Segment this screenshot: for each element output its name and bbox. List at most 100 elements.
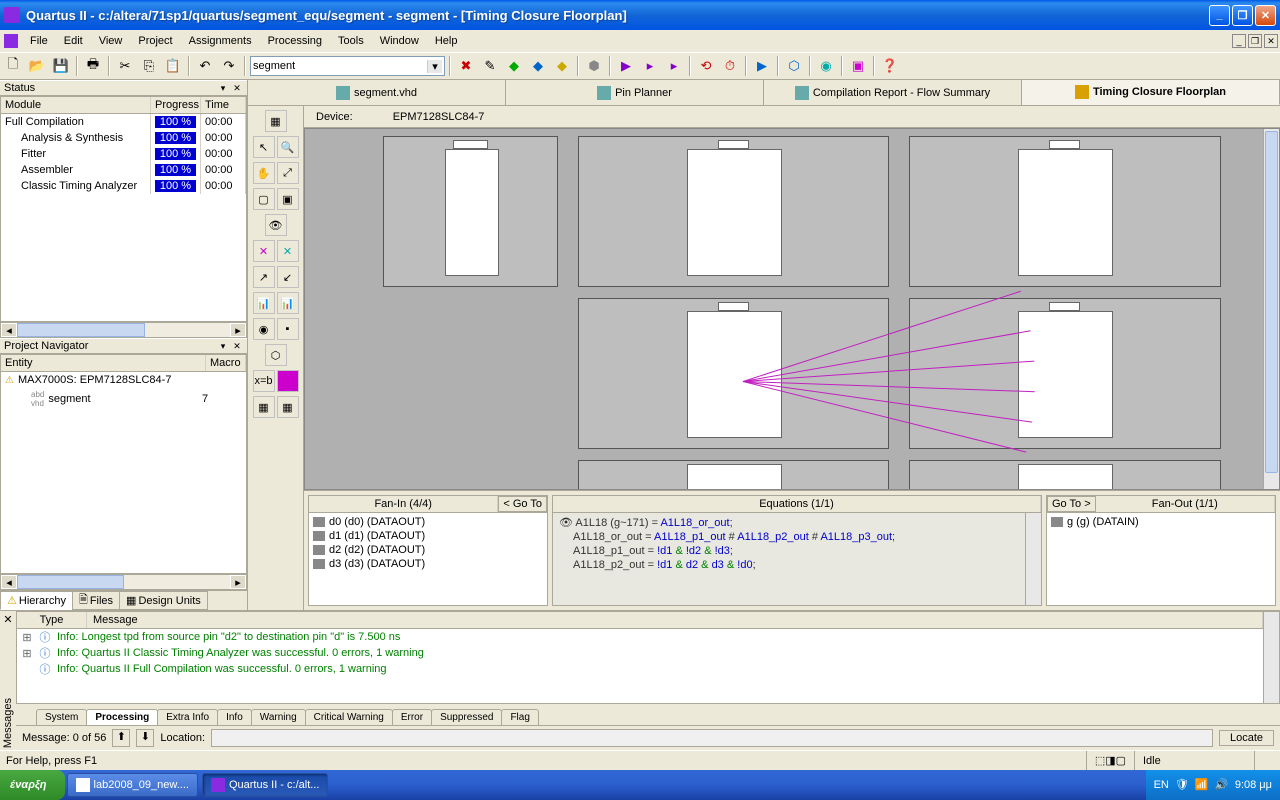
- messages-tab[interactable]: Warning: [251, 709, 306, 725]
- tool-icon[interactable]: ↙: [277, 266, 299, 288]
- scroll-track[interactable]: [17, 323, 230, 337]
- col-entity[interactable]: Entity: [1, 355, 206, 371]
- zoom-fit-icon[interactable]: ⤢: [277, 162, 299, 184]
- menu-file[interactable]: File: [22, 33, 56, 49]
- language-indicator[interactable]: EN: [1154, 779, 1169, 791]
- list-item[interactable]: d0 (d0) (DATAOUT): [313, 515, 543, 529]
- lab-block[interactable]: [578, 136, 890, 287]
- tool-icon[interactable]: ◆: [503, 55, 525, 77]
- tab-floorplan[interactable]: Timing Closure Floorplan: [1022, 80, 1280, 105]
- scroll-thumb[interactable]: [17, 575, 124, 589]
- scroll-thumb[interactable]: [17, 323, 145, 337]
- list-item[interactable]: d2 (d2) (DATAOUT): [313, 543, 543, 557]
- tab-files[interactable]: 🗎Files: [72, 591, 120, 610]
- scroll-left-icon[interactable]: ◂: [1, 323, 17, 337]
- tab-pin-planner[interactable]: Pin Planner: [506, 80, 764, 105]
- status-row[interactable]: Analysis & Synthesis100 %00:00: [1, 130, 246, 146]
- mdi-close[interactable]: ✕: [1264, 34, 1278, 48]
- paste-icon[interactable]: 📋: [162, 55, 184, 77]
- tool-icon[interactable]: ▸: [639, 55, 661, 77]
- find-icon[interactable]: 👁: [265, 214, 287, 236]
- chip-icon[interactable]: ⬡: [783, 55, 805, 77]
- tab-segment-vhd[interactable]: segment.vhd: [248, 80, 506, 105]
- clock-icon[interactable]: ⏱: [719, 55, 741, 77]
- scroll-thumb[interactable]: [1265, 131, 1278, 473]
- app-menu-icon[interactable]: [4, 34, 18, 48]
- status-row[interactable]: Assembler100 %00:00: [1, 162, 246, 178]
- scroll-right-icon[interactable]: ▸: [230, 575, 246, 589]
- tab-design-units[interactable]: ▦Design Units: [119, 591, 208, 610]
- messages-tab[interactable]: Suppressed: [431, 709, 502, 725]
- equation-line[interactable]: A1L18_or_out = A1L18_p1_out # A1L18_p2_o…: [557, 530, 1021, 544]
- col-progress[interactable]: Progress %: [151, 97, 201, 113]
- list-item[interactable]: d3 (d3) (DATAOUT): [313, 557, 543, 571]
- open-file-icon[interactable]: 📂: [26, 55, 48, 77]
- chevron-down-icon[interactable]: ▾: [427, 60, 442, 73]
- mdi-restore[interactable]: ❐: [1248, 34, 1262, 48]
- tool-icon[interactable]: ✕: [277, 240, 299, 262]
- equations-vscroll[interactable]: [1025, 513, 1041, 605]
- messages-tab[interactable]: Error: [392, 709, 432, 725]
- tab-compilation-report[interactable]: Compilation Report - Flow Summary: [764, 80, 1022, 105]
- help-icon[interactable]: ❓: [879, 55, 901, 77]
- status-row[interactable]: Full Compilation100 %00:00: [1, 114, 246, 130]
- next-message-button[interactable]: ⬇: [136, 729, 154, 747]
- tool-icon[interactable]: ◆: [551, 55, 573, 77]
- lab-block[interactable]: [909, 136, 1221, 287]
- tool-icon[interactable]: ✕: [253, 240, 275, 262]
- menu-processing[interactable]: Processing: [260, 33, 330, 49]
- tray-icon[interactable]: 📶: [1195, 778, 1209, 792]
- lab-block[interactable]: [578, 460, 890, 490]
- panel-close-icon[interactable]: ✕: [231, 341, 243, 352]
- stop-icon[interactable]: ⬢: [583, 55, 605, 77]
- tool-icon[interactable]: ⟲: [695, 55, 717, 77]
- scroll-left-icon[interactable]: ◂: [1, 575, 17, 589]
- tool-icon[interactable]: [277, 370, 299, 392]
- location-input[interactable]: [211, 729, 1213, 747]
- goto-button[interactable]: < Go To: [498, 496, 547, 512]
- close-button[interactable]: ✕: [1255, 5, 1276, 26]
- redo-icon[interactable]: ↷: [218, 55, 240, 77]
- tool-icon[interactable]: ▦: [277, 396, 299, 418]
- menu-view[interactable]: View: [91, 33, 131, 49]
- tool-icon[interactable]: ▢: [253, 188, 275, 210]
- tray-icon[interactable]: 🔊: [1215, 778, 1229, 792]
- new-file-icon[interactable]: 🗋: [2, 55, 24, 77]
- list-item[interactable]: d1 (d1) (DATAOUT): [313, 529, 543, 543]
- prev-message-button[interactable]: ⬆: [112, 729, 130, 747]
- message-row[interactable]: ⊞ⓘInfo: Longest tpd from source pin "d2"…: [17, 629, 1263, 645]
- status-row[interactable]: Classic Timing Analyzer100 %00:00: [1, 178, 246, 194]
- tool-icon[interactable]: ◉: [253, 318, 275, 340]
- col-type[interactable]: Type: [17, 612, 87, 628]
- undo-icon[interactable]: ↶: [194, 55, 216, 77]
- play-icon[interactable]: ▶: [615, 55, 637, 77]
- tab-hierarchy[interactable]: ⚠Hierarchy: [0, 591, 73, 610]
- menu-help[interactable]: Help: [427, 33, 466, 49]
- tool-icon[interactable]: ◆: [527, 55, 549, 77]
- tool-icon[interactable]: ▶: [751, 55, 773, 77]
- equation-icon[interactable]: x=b: [253, 370, 275, 392]
- list-item[interactable]: g (g) (DATAIN): [1051, 515, 1271, 529]
- menu-window[interactable]: Window: [372, 33, 427, 49]
- hand-icon[interactable]: ✋: [253, 162, 275, 184]
- col-module[interactable]: Module: [1, 97, 151, 113]
- tool-icon[interactable]: ◉: [815, 55, 837, 77]
- project-combo[interactable]: segment ▾: [250, 56, 445, 76]
- taskbar-item[interactable]: lab2008_09_new....: [67, 773, 198, 797]
- tool-icon[interactable]: ✖: [455, 55, 477, 77]
- message-row[interactable]: ⓘInfo: Quartus II Full Compilation was s…: [17, 661, 1263, 677]
- tool-icon[interactable]: ▸: [663, 55, 685, 77]
- menu-assignments[interactable]: Assignments: [181, 33, 260, 49]
- status-row[interactable]: Fitter100 %00:00: [1, 146, 246, 162]
- scroll-right-icon[interactable]: ▸: [230, 323, 246, 337]
- mdi-minimize[interactable]: _: [1232, 34, 1246, 48]
- panel-dropdown-icon[interactable]: ▾: [217, 341, 229, 352]
- message-row[interactable]: ⊞ⓘInfo: Quartus II Classic Timing Analyz…: [17, 645, 1263, 661]
- messages-tab[interactable]: Critical Warning: [305, 709, 393, 725]
- tool-icon[interactable]: ↗: [253, 266, 275, 288]
- navigator-device-row[interactable]: ⚠ MAX7000S: EPM7128SLC84-7: [1, 372, 246, 388]
- col-macro[interactable]: Macro: [206, 355, 246, 371]
- messages-tab[interactable]: Processing: [86, 709, 158, 725]
- navigator-entity-row[interactable]: abdvhd segment 7: [1, 388, 246, 410]
- messages-vscroll[interactable]: [1263, 612, 1279, 703]
